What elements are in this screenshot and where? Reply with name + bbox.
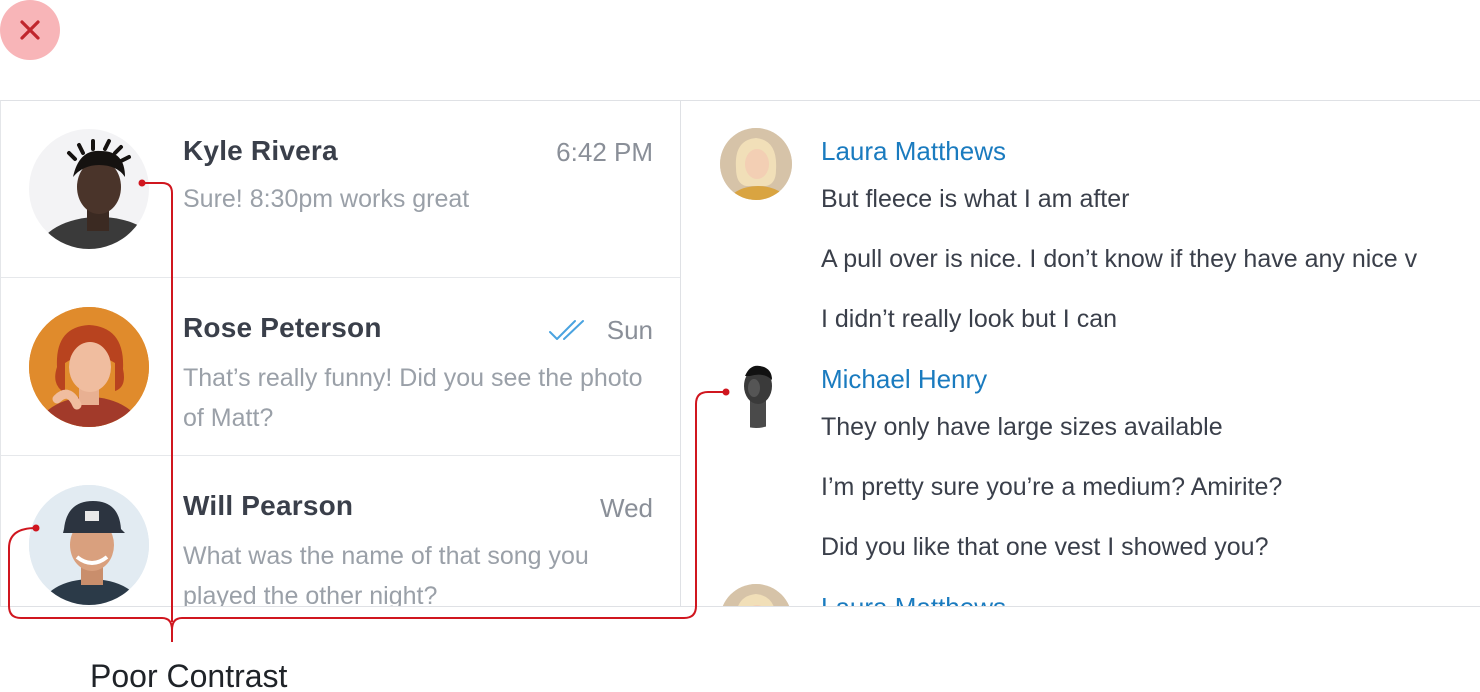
conversation-time: 6:42 PM (556, 137, 653, 167)
avatar (720, 584, 792, 606)
read-receipt-icon (549, 320, 584, 340)
chat-window: Kyle Rivera 6:42 PM Sure! 8:30pm works g… (0, 100, 1480, 607)
message-text: I’m pretty sure you’re a medium? Amirite… (821, 473, 1283, 501)
avatar (29, 307, 149, 427)
message-sender[interactable]: Michael Henry (821, 364, 987, 395)
message-text: They only have large sizes available (821, 413, 1223, 441)
annotation-label: Poor Contrast (90, 658, 288, 692)
avatar (720, 356, 792, 428)
person-photo-icon (29, 129, 149, 249)
person-photo-icon (720, 584, 792, 606)
conversation-time: Sun (606, 315, 653, 345)
avatar (720, 128, 792, 200)
close-icon (20, 20, 40, 40)
message-thread: Laura Matthews But fleece is what I am a… (682, 101, 1480, 606)
message-text: I didn’t really look but I can (821, 305, 1117, 333)
avatar (29, 129, 149, 249)
conversation-item[interactable]: Rose Peterson Sun That’s really funny! D… (1, 278, 680, 456)
message-sender[interactable]: Laura Matthews (821, 136, 1006, 167)
person-photo-icon (720, 356, 792, 428)
conversation-preview: What was the name of that song you playe… (183, 542, 589, 606)
conversation-time: Wed (600, 493, 653, 523)
conversation-item[interactable]: Will Pearson Wed What was the name of th… (1, 456, 680, 606)
error-badge (0, 0, 60, 60)
conversation-preview: That’s really funny! Did you see the pho… (183, 364, 643, 432)
avatar (29, 485, 149, 605)
person-photo-icon (29, 485, 149, 605)
conversation-item[interactable]: Kyle Rivera 6:42 PM Sure! 8:30pm works g… (1, 101, 680, 278)
message-sender[interactable]: Laura Matthews (821, 592, 1006, 606)
person-photo-icon (720, 128, 792, 200)
message-text: A pull over is nice. I don’t know if the… (821, 245, 1418, 273)
conversation-name: Rose Peterson (183, 312, 382, 343)
message-text: But fleece is what I am after (821, 185, 1130, 213)
conversation-name: Kyle Rivera (183, 135, 338, 166)
conversation-preview: Sure! 8:30pm works great (183, 185, 470, 213)
message-text: Did you like that one vest I showed you? (821, 533, 1269, 561)
conversation-list: Kyle Rivera 6:42 PM Sure! 8:30pm works g… (1, 101, 681, 606)
conversation-name: Will Pearson (183, 490, 354, 521)
person-photo-icon (29, 307, 149, 427)
